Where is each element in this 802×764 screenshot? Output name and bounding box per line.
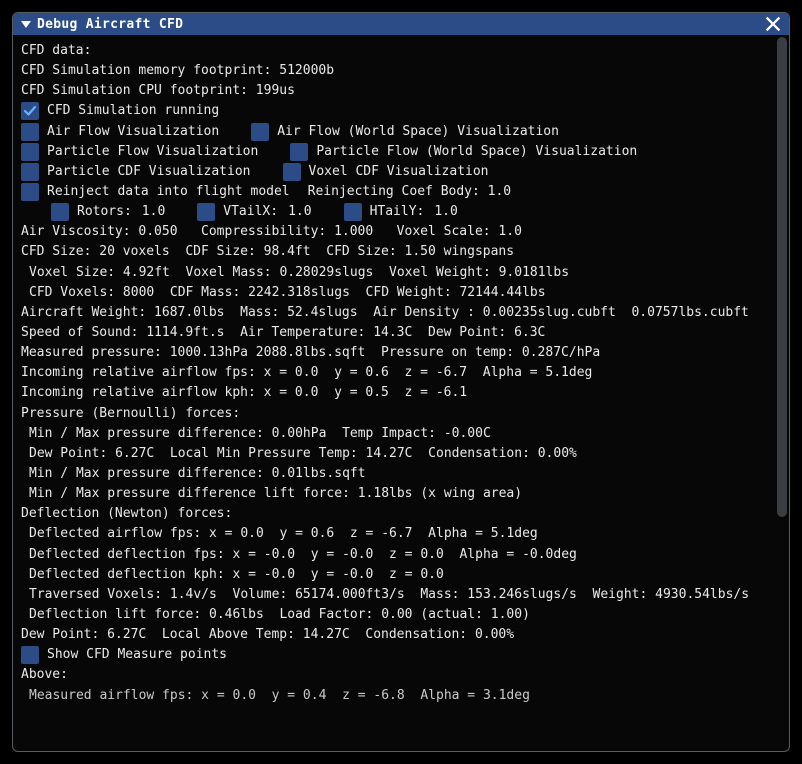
- checkbox-reinject[interactable]: Reinject data into flight model: [21, 182, 290, 202]
- input-box[interactable]: [197, 203, 215, 221]
- text-line: CFD Voxels: 8000 CDF Mass: 2242.318slugs…: [21, 283, 781, 303]
- text-line: Dew Point: 6.27C Local Min Pressure Temp…: [21, 444, 781, 464]
- checkbox-label: Particle Flow (World Space) Visualizatio…: [316, 142, 637, 162]
- field-value: 1.0: [142, 202, 165, 222]
- checkbox-particle-flow-viz[interactable]: Particle Flow Visualization: [21, 142, 258, 162]
- checkbox-voxel-cdf-viz[interactable]: Voxel CDF Visualization: [283, 162, 489, 182]
- scrollbar-thumb[interactable]: [777, 37, 787, 517]
- window-title: Debug Aircraft CFD: [37, 17, 765, 32]
- text-line: Speed of Sound: 1114.9ft.s Air Temperatu…: [21, 323, 781, 343]
- text-line: Traversed Voxels: 1.4v/s Volume: 65174.0…: [21, 585, 781, 605]
- text-line: Pressure (Bernoulli) forces:: [21, 404, 781, 424]
- checkbox-box: [21, 646, 39, 664]
- checkbox-box: [21, 102, 39, 120]
- text-line: Min / Max pressure difference: 0.00hPa T…: [21, 424, 781, 444]
- collapse-triangle-icon[interactable]: [21, 21, 31, 28]
- checkbox-label: Reinject data into flight model: [47, 182, 290, 202]
- checkbox-box: [21, 143, 39, 161]
- text-line: Deflected airflow fps: x = 0.0 y = 0.6 z…: [21, 524, 781, 544]
- text-line: Incoming relative airflow fps: x = 0.0 y…: [21, 363, 781, 383]
- scrollbar[interactable]: [777, 37, 787, 517]
- checkbox-box: [251, 123, 269, 141]
- debug-window: Debug Aircraft CFD CFD data: CFD Simulat…: [12, 12, 790, 752]
- checkbox-box: [283, 163, 301, 181]
- text-line: Air Viscosity: 0.050 Compressibility: 1.…: [21, 222, 781, 242]
- text-line: Deflected deflection kph: x = -0.0 y = -…: [21, 565, 781, 585]
- checkbox-label: Air Flow (World Space) Visualization: [277, 122, 559, 142]
- field-value: 1.0: [288, 202, 311, 222]
- text-line: Voxel Size: 4.92ft Voxel Mass: 0.28029sl…: [21, 263, 781, 283]
- text-line: Min / Max pressure difference lift force…: [21, 484, 781, 504]
- text-line: Aircraft Weight: 1687.0lbs Mass: 52.4slu…: [21, 303, 781, 323]
- text-line: CFD data:: [21, 41, 781, 61]
- text-line: Above:: [21, 665, 781, 685]
- close-icon[interactable]: [765, 16, 781, 32]
- checkbox-particle-cdf-viz[interactable]: Particle CDF Visualization: [21, 162, 251, 182]
- field-value: 1.0: [434, 202, 457, 222]
- text-line: Measured pressure: 1000.13hPa 2088.8lbs.…: [21, 343, 781, 363]
- input-box[interactable]: [344, 203, 362, 221]
- checkbox-air-flow-world[interactable]: Air Flow (World Space) Visualization: [251, 122, 559, 142]
- checkbox-label: Air Flow Visualization: [47, 122, 219, 142]
- checkbox-label: Show CFD Measure points: [47, 645, 227, 665]
- field-label: VTailX:: [223, 202, 278, 222]
- check-icon: [23, 104, 37, 118]
- field-rotors[interactable]: Rotors: 1.0: [51, 202, 165, 222]
- checkbox-box: [21, 163, 39, 181]
- checkbox-label: CFD Simulation running: [47, 101, 219, 121]
- text-line: Incoming relative airflow kph: x = 0.0 y…: [21, 383, 781, 403]
- input-box[interactable]: [51, 203, 69, 221]
- text-line: CFD Simulation memory footprint: 512000b: [21, 61, 781, 81]
- checkbox-label: Particle Flow Visualization: [47, 142, 258, 162]
- field-label: HTailY:: [370, 202, 425, 222]
- checkbox-particle-flow-world[interactable]: Particle Flow (World Space) Visualizatio…: [290, 142, 637, 162]
- checkbox-box: [21, 123, 39, 141]
- checkbox-label: Voxel CDF Visualization: [309, 162, 489, 182]
- text-line: Measured airflow fps: x = 0.0 y = 0.4 z …: [21, 686, 781, 706]
- checkbox-box: [21, 183, 39, 201]
- field-vtailx[interactable]: VTailX: 1.0: [197, 202, 311, 222]
- text-line: CFD Size: 20 voxels CDF Size: 98.4ft CFD…: [21, 242, 781, 262]
- text-line: Deflected deflection fps: x = -0.0 y = -…: [21, 545, 781, 565]
- checkbox-air-flow-viz[interactable]: Air Flow Visualization: [21, 122, 219, 142]
- checkbox-label: Particle CDF Visualization: [47, 162, 251, 182]
- panel-body: CFD data: CFD Simulation memory footprin…: [13, 35, 789, 751]
- text-line: Deflection (Newton) forces:: [21, 504, 781, 524]
- text-line: CFD Simulation CPU footprint: 199us: [21, 81, 781, 101]
- checkbox-sim-running[interactable]: CFD Simulation running: [21, 101, 219, 121]
- titlebar[interactable]: Debug Aircraft CFD: [13, 13, 789, 35]
- reinject-coef-label: Reinjecting Coef Body: 1.0: [308, 182, 512, 202]
- field-htaily[interactable]: HTailY: 1.0: [344, 202, 458, 222]
- checkbox-show-measure-points[interactable]: Show CFD Measure points: [21, 645, 227, 665]
- text-line: Deflection lift force: 0.46lbs Load Fact…: [21, 605, 781, 625]
- field-label: Rotors:: [77, 202, 132, 222]
- text-line: Dew Point: 6.27C Local Above Temp: 14.27…: [21, 625, 781, 645]
- checkbox-box: [290, 143, 308, 161]
- text-line: Min / Max pressure difference: 0.01lbs.s…: [21, 464, 781, 484]
